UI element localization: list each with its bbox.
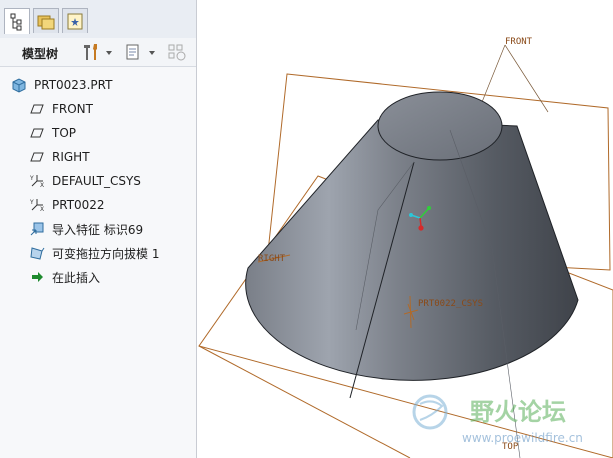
draft-feature-icon: [28, 244, 46, 262]
tab-model-tree[interactable]: [4, 8, 30, 34]
datum-plane-icon: [28, 124, 46, 142]
model-tree-label: 模型树: [22, 47, 59, 61]
datum-plane-icon: [28, 100, 46, 118]
tree-item-label: TOP: [52, 126, 77, 140]
datum-plane-icon: [28, 148, 46, 166]
filter-icon[interactable]: [166, 42, 188, 62]
tree-item-label: FRONT: [52, 102, 93, 116]
tree-item-prt0022[interactable]: YX PRT0022: [28, 194, 105, 216]
settings-tools-icon[interactable]: [80, 42, 102, 62]
watermark-title: 野火论坛: [470, 398, 566, 426]
tree-item-label: RIGHT: [52, 150, 90, 164]
tab-favorites[interactable]: [62, 8, 88, 33]
right-datum-label: RIGHT: [258, 254, 286, 264]
settings-dropdown-chevron-icon[interactable]: [104, 42, 114, 62]
tree-item-part[interactable]: PRT0023.PRT: [10, 74, 112, 96]
csys-icon: YX: [28, 172, 46, 190]
insert-here-arrow-icon: [28, 268, 46, 286]
show-options-icon[interactable]: [123, 42, 143, 62]
csys-icon: YX: [28, 196, 46, 214]
csys-datum-label: PRT0022_CSYS: [418, 299, 483, 309]
svg-text:Y: Y: [29, 175, 34, 182]
favorites-icon: [67, 13, 83, 30]
tree-item-label: PRT0023.PRT: [34, 78, 113, 92]
tree-item-label: DEFAULT_CSYS: [52, 174, 141, 188]
tab-folder-browser[interactable]: [33, 8, 59, 33]
folder-icon: [37, 15, 55, 30]
cone-model[interactable]: [245, 91, 579, 399]
import-feature-icon: [28, 220, 46, 238]
tree-item-insert-here[interactable]: 在此插入: [28, 266, 100, 288]
show-dropdown-chevron-icon[interactable]: [147, 42, 157, 62]
tree-item-variable-draft[interactable]: 可变拖拉方向拔模 1: [28, 242, 159, 264]
svg-text:X: X: [40, 206, 44, 213]
svg-text:Y: Y: [29, 199, 34, 206]
svg-text:X: X: [40, 182, 44, 189]
tree-item-label: 导入特征 标识69: [52, 222, 144, 237]
graphics-viewport[interactable]: FRONT RIGHT TOP PRT0022_CSYS 野火论坛 www.pr…: [197, 0, 613, 458]
tree-item-top[interactable]: TOP: [28, 122, 76, 144]
tree-item-front[interactable]: FRONT: [28, 98, 93, 120]
watermark-logo: 野火论坛 www.proewildfire.cn: [412, 394, 583, 445]
front-datum-label: FRONT: [505, 37, 533, 47]
navigator-tabs: [0, 0, 196, 39]
watermark-url: www.proewildfire.cn: [462, 431, 583, 445]
tree-item-label: 可变拖拉方向拔模 1: [52, 246, 160, 261]
tree-item-default-csys[interactable]: YX DEFAULT_CSYS: [28, 170, 141, 192]
part-icon: [10, 76, 28, 94]
tree-item-right[interactable]: RIGHT: [28, 146, 90, 168]
tree-item-import-feature[interactable]: 导入特征 标识69: [28, 218, 143, 240]
model-tree-panel: 模型树 PRT0023.PRT FRONT TOP RIGHT Y X DEFA…: [0, 0, 197, 458]
tree-item-label: PRT0022: [52, 198, 105, 212]
tree-item-label: 在此插入: [52, 270, 101, 285]
model-tree-tab-icon: [10, 13, 22, 31]
